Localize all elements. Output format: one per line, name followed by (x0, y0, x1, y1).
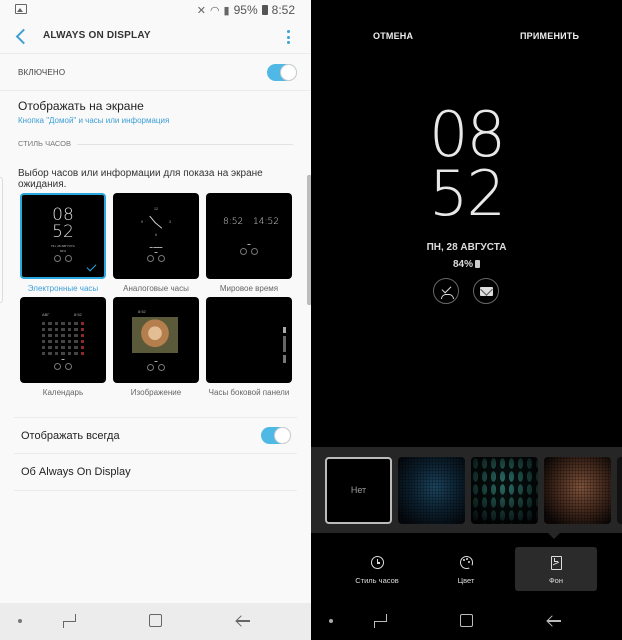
background-option-none[interactable]: Нет (325, 457, 392, 524)
background-option-more[interactable] (617, 457, 622, 524)
clock-thumb-analog[interactable]: 12 3 6 9 ▬ ▬▬▬ ▬ (113, 193, 199, 279)
clock-style-section-label: СТИЛЬ ЧАСОВ (18, 139, 77, 148)
message-icon (473, 278, 499, 304)
tab-clock-style[interactable]: Стиль часов (336, 547, 418, 591)
tray-pointer (548, 533, 560, 539)
page-title: ALWAYS ON DISPLAY (43, 30, 151, 41)
selected-check-icon (86, 261, 97, 272)
back-button[interactable] (12, 27, 32, 47)
clock-option-label: Мировое время (219, 284, 279, 293)
calendar-grid (41, 321, 85, 356)
tab-color[interactable]: Цвет (425, 547, 507, 591)
always-show-row[interactable]: Отображать всегда (14, 417, 297, 454)
apply-button[interactable]: ПРИМЕНИТЬ (520, 31, 579, 41)
recent-apps-icon[interactable] (63, 614, 76, 628)
preview-battery: 84% (311, 259, 622, 270)
nav-bar (0, 603, 311, 640)
clock-thumb-digital[interactable]: 08 52 ПН, 28 АВГУСТА 84% (20, 193, 106, 279)
more-vertical-icon (286, 30, 290, 33)
clock-thumb-calendar[interactable]: АВГ 8:52 ▬ (20, 297, 106, 383)
battery-percent: 95% (233, 3, 258, 17)
mute-vibrate-icon: ✕ (196, 4, 206, 17)
clock-thumb-edge[interactable] (206, 297, 292, 383)
about-label: Об Always On Display (21, 466, 131, 478)
clock-option-label: Аналоговые часы (123, 284, 189, 293)
status-time: 8:52 (271, 3, 295, 17)
preview-date: ПН, 28 АВГУСТА (426, 242, 507, 253)
analog-clock-icon: 12 3 6 9 (141, 207, 171, 237)
back-arrow-icon[interactable] (236, 614, 250, 628)
background-picker: Нет (311, 447, 622, 533)
edge-panel-handle[interactable] (0, 177, 3, 303)
back-arrow-icon[interactable] (547, 614, 561, 628)
master-toggle[interactable] (267, 64, 297, 81)
clock-option-label: Изображение (130, 388, 182, 397)
more-options-button[interactable] (283, 28, 293, 46)
recent-apps-icon[interactable] (374, 614, 387, 628)
gallery-notification-icon (15, 4, 27, 14)
wifi-icon: ◠ (209, 4, 220, 17)
nav-dot-icon[interactable] (18, 619, 22, 623)
battery-icon (261, 5, 268, 15)
aod-settings-screen: ✕ ◠ ▮ 95% 8:52 ALWAYS ON DISPLAY ВКЛЮЧЕН… (0, 0, 311, 640)
background-option-blue-hex[interactable] (398, 457, 465, 524)
clock-thumb-image[interactable]: 8:52 ▬ (113, 297, 199, 383)
always-show-toggle[interactable] (261, 427, 291, 444)
always-show-label: Отображать всегда (21, 430, 120, 442)
display-on-screen-row[interactable]: Отображать на экране Кнопка "Домой" и ча… (0, 91, 311, 131)
preview-minutes: 52 (429, 157, 506, 230)
home-icon[interactable] (460, 614, 473, 627)
edge-clock-strip (283, 327, 286, 367)
background-option-teal-scales[interactable] (471, 457, 538, 524)
wallpaper-icon (551, 556, 562, 570)
clock-style-description: Выбор часов или информации для показа на… (18, 168, 263, 190)
status-bar: ✕ ◠ ▮ 95% 8:52 (0, 0, 311, 20)
clock-option-label: Календарь (42, 388, 84, 397)
clock-option-edge[interactable]: Часы боковой панели (206, 297, 292, 397)
app-bar: ALWAYS ON DISPLAY (0, 20, 311, 54)
clock-style-section-header: СТИЛЬ ЧАСОВ (0, 135, 311, 153)
nav-dot-icon[interactable] (329, 619, 333, 623)
palette-icon (460, 556, 473, 569)
clock-option-calendar[interactable]: АВГ 8:52 ▬ Календарь (20, 297, 106, 397)
master-switch-label: ВКЛЮЧЕНО (18, 68, 66, 77)
signal-icon: ▮ (223, 4, 230, 17)
nav-bar (311, 603, 622, 640)
clock-icon (371, 556, 384, 569)
display-on-screen-title: Отображать на экране (18, 99, 144, 113)
battery-icon (475, 260, 480, 268)
display-on-screen-subtitle: Кнопка "Домой" и часы или информация (18, 116, 170, 125)
clock-option-digital[interactable]: 08 52 ПН, 28 АВГУСТА 84% Электронные час… (20, 193, 106, 293)
clock-option-analog[interactable]: 12 3 6 9 ▬ ▬▬▬ ▬ Аналоговые часы (113, 193, 199, 293)
clock-option-image[interactable]: 8:52 ▬ Изображение (113, 297, 199, 397)
tab-background[interactable]: Фон (515, 547, 597, 591)
about-row[interactable]: Об Always On Display (14, 454, 297, 491)
master-switch-row[interactable]: ВКЛЮЧЕНО (0, 54, 311, 91)
background-option-copper[interactable] (544, 457, 611, 524)
home-icon[interactable] (149, 614, 162, 627)
clock-option-world[interactable]: 8:52 14:52 ▬ Мировое время (206, 193, 292, 293)
aod-preview-screen: ОТМЕНА ПРИМЕНИТЬ 08 52 ПН, 28 АВГУСТА 84… (311, 0, 622, 640)
missed-call-icon (433, 278, 459, 304)
clock-option-label: Электронные часы (27, 284, 99, 293)
cancel-button[interactable]: ОТМЕНА (373, 31, 413, 41)
clock-option-label: Часы боковой панели (208, 388, 290, 397)
photo-preview (132, 317, 178, 353)
clock-thumb-world[interactable]: 8:52 14:52 ▬ (206, 193, 292, 279)
